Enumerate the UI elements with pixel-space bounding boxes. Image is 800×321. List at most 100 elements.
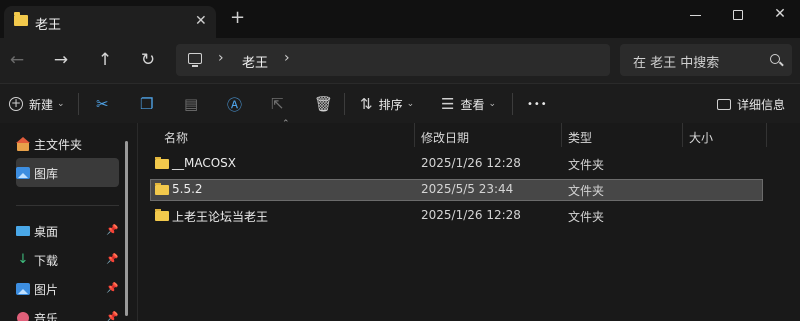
sidebar-item-desktop[interactable]: 桌面 — [16, 218, 58, 244]
column-header-name[interactable]: 名称 — [164, 127, 188, 149]
column-header-size[interactable]: 大小 — [689, 127, 713, 149]
forward-button[interactable]: → — [50, 50, 72, 70]
sidebar-divider — [16, 205, 119, 206]
command-bar: + 新建 ⌄ ✂ ❐ ▤ Ⓐ ⇱ 🗑 ⇅ 排序 ⌄ ☰ 查看 ⌄ ••• 详细信… — [0, 83, 800, 123]
search-placeholder: 在 老王 中搜索 — [633, 56, 720, 71]
file-modified: 2025/1/26 12:28 — [421, 208, 521, 222]
sidebar-item-label: 音乐 — [34, 311, 59, 321]
sidebar-item-gallery[interactable]: 图库 — [16, 160, 58, 186]
search-icon — [770, 54, 780, 64]
sidebar-item-home[interactable]: 主文件夹 — [16, 131, 82, 157]
folder-icon — [155, 209, 169, 221]
title-bar: 老王 ✕ + ✕ — [0, 0, 800, 38]
view-button[interactable]: ☰ 查看 ⌄ — [441, 84, 496, 124]
divider — [512, 93, 513, 115]
file-row[interactable]: 上老王论坛当老王 2025/1/26 12:28 文件夹 — [150, 205, 763, 227]
tab-close-button[interactable]: ✕ — [195, 13, 207, 29]
divider — [78, 93, 79, 115]
sidebar-scrollbar[interactable] — [125, 141, 128, 316]
folder-icon — [14, 12, 28, 26]
sidebar-item-music[interactable]: 音乐 — [16, 305, 58, 321]
navigation-pane: 主文件夹 图库 桌面 📌 ↓ 下载 📌 图片 📌 音乐 📌 — [0, 123, 137, 321]
sort-icon: ⇅ — [360, 95, 373, 113]
sidebar-item-pictures[interactable]: 图片 — [16, 276, 58, 302]
paste-button[interactable]: ▤ — [184, 84, 198, 124]
pin-icon: 📌 — [106, 254, 119, 265]
folder-icon — [155, 183, 169, 195]
download-icon: ↓ — [17, 252, 29, 267]
file-name: __MACOSX — [172, 156, 237, 170]
file-modified: 2025/1/26 12:28 — [421, 156, 521, 170]
more-icon: ••• — [527, 98, 548, 110]
column-separator[interactable] — [561, 123, 562, 147]
gallery-icon — [16, 166, 30, 180]
copy-icon: ❐ — [140, 95, 154, 113]
chevron-down-icon: ⌄ — [406, 99, 415, 109]
pin-icon: 📌 — [106, 312, 119, 321]
tab-title: 老王 — [35, 18, 62, 33]
pin-icon: 📌 — [106, 283, 119, 294]
scissors-icon: ✂ — [96, 95, 109, 113]
rename-icon: Ⓐ — [227, 95, 243, 114]
column-separator[interactable] — [766, 123, 767, 147]
folder-icon — [155, 157, 169, 169]
view-icon: ☰ — [441, 95, 455, 113]
breadcrumb-chevron[interactable]: › — [284, 50, 290, 66]
sidebar-item-downloads[interactable]: ↓ 下载 — [16, 247, 58, 273]
new-tab-button[interactable]: + — [230, 9, 245, 27]
plus-circle-icon: + — [9, 96, 23, 111]
sidebar-item-label: 下载 — [34, 253, 59, 268]
minimize-button[interactable] — [686, 8, 706, 24]
desktop-icon — [16, 224, 30, 238]
share-icon: ⇱ — [271, 95, 284, 113]
cut-button[interactable]: ✂ — [96, 84, 109, 124]
file-type: 文件夹 — [568, 158, 605, 172]
view-label: 查看 — [460, 97, 485, 112]
pin-icon: 📌 — [106, 225, 119, 236]
search-box[interactable]: 在 老王 中搜索 — [620, 44, 792, 76]
refresh-button[interactable]: ↻ — [137, 50, 159, 70]
sort-ascending-icon: ⌃ — [282, 119, 290, 129]
home-icon — [16, 137, 30, 151]
column-separator[interactable] — [682, 123, 683, 147]
new-label: 新建 — [29, 97, 54, 112]
close-window-button[interactable]: ✕ — [770, 6, 790, 22]
details-pane-button[interactable]: 详细信息 — [717, 84, 785, 124]
column-header-modified[interactable]: 修改日期 — [421, 127, 469, 149]
back-button[interactable]: ← — [6, 50, 28, 70]
divider — [344, 93, 345, 115]
clipboard-icon: ▤ — [184, 95, 199, 113]
chevron-down-icon: ⌄ — [57, 99, 65, 109]
up-button[interactable]: ↑ — [94, 50, 116, 70]
more-options-button[interactable]: ••• — [527, 84, 548, 124]
column-header-type[interactable]: 类型 — [568, 127, 592, 149]
maximize-button[interactable] — [728, 8, 748, 24]
pictures-icon — [16, 282, 30, 296]
trash-icon: 🗑 — [314, 95, 334, 113]
details-pane-icon — [717, 98, 731, 110]
copy-button[interactable]: ❐ — [140, 84, 153, 124]
share-button[interactable]: ⇱ — [271, 84, 284, 124]
tab-laowang[interactable]: 老王 ✕ — [4, 6, 216, 38]
file-list: ⌃ 名称 修改日期 类型 大小 __MACOSX 2025/1/26 12:28… — [138, 119, 800, 321]
file-type: 文件夹 — [568, 184, 605, 198]
details-label: 详细信息 — [737, 97, 786, 112]
address-bar[interactable]: › 老王 › — [176, 44, 610, 76]
sort-label: 排序 — [378, 97, 403, 112]
delete-button[interactable]: 🗑 — [314, 84, 333, 124]
rename-button[interactable]: Ⓐ — [227, 84, 242, 124]
sidebar-item-label: 桌面 — [34, 224, 59, 239]
column-separator[interactable] — [414, 123, 415, 147]
new-button[interactable]: + 新建 ⌄ — [9, 84, 65, 124]
sidebar-item-label: 主文件夹 — [34, 137, 83, 152]
chevron-down-icon: ⌄ — [488, 99, 497, 109]
sort-button[interactable]: ⇅ 排序 ⌄ — [360, 84, 414, 124]
computer-icon — [188, 53, 202, 67]
breadcrumb-laowang[interactable]: 老王 — [242, 52, 268, 71]
navigation-bar: ← → ↑ ↻ › 老王 › 在 老王 中搜索 — [0, 38, 800, 83]
file-name: 上老王论坛当老王 — [172, 210, 269, 224]
file-row[interactable]: __MACOSX 2025/1/26 12:28 文件夹 — [150, 153, 763, 175]
file-row-selected[interactable]: 5.5.2 2025/5/5 23:44 文件夹 — [150, 179, 763, 201]
breadcrumb-separator: › — [218, 50, 224, 66]
minimize-icon — [690, 15, 701, 16]
